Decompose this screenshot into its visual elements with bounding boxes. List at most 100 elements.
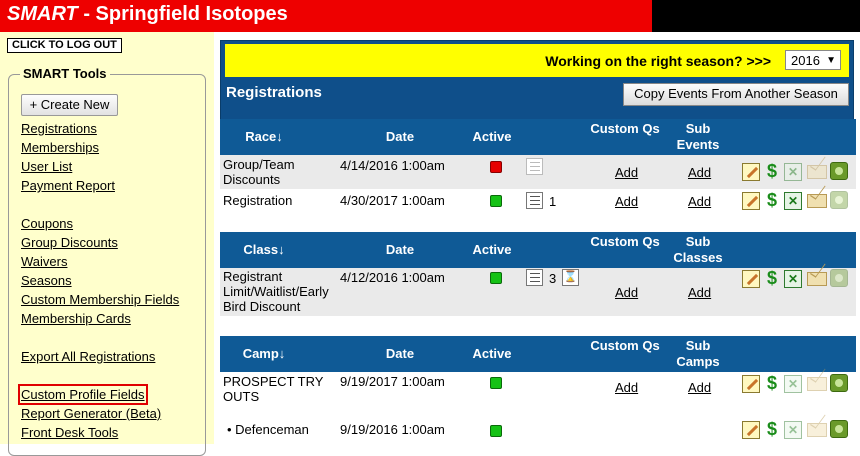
season-value: 2016 [791, 53, 820, 68]
nav-membership-cards[interactable]: Membership Cards [21, 311, 131, 326]
excel-export-icon[interactable]: ✕ [784, 192, 802, 210]
event-date: 4/30/2017 1:00am [340, 193, 445, 208]
sort-class-header[interactable]: Class↓ [220, 242, 308, 258]
add-custom-q-link[interactable]: Add [615, 380, 638, 395]
active-status-icon[interactable] [490, 425, 502, 437]
add-sub-camp-link[interactable]: Add [688, 380, 711, 395]
event-name: PROSPECT TRY OUTS [223, 374, 324, 404]
table-row: Registration 4/30/2017 1:00am 1 Add Add … [220, 189, 856, 219]
email-icon[interactable] [807, 194, 827, 208]
camp-section: Camp↓ Date Active Custom Qs Sub Camps PR… [220, 336, 856, 444]
email-icon[interactable] [807, 377, 827, 391]
excel-export-icon[interactable]: ✕ [784, 270, 802, 288]
top-bar: SMART - Springfield Isotopes [0, 0, 860, 32]
active-status-icon[interactable] [490, 377, 502, 389]
chevron-down-icon: ▼ [826, 55, 836, 66]
email-icon[interactable] [807, 165, 827, 179]
sub-classes-header: Sub Classes [673, 234, 723, 265]
sidebar: CLICK TO LOG OUT SMART Tools + Create Ne… [0, 32, 214, 456]
dollar-icon[interactable]: $ [763, 269, 781, 287]
race-section: Race↓ Date Active Custom Qs Sub Events G… [220, 119, 856, 231]
event-name: Registrant Limit/Waitlist/Early Bird Dis… [223, 269, 329, 314]
edit-icon[interactable] [742, 270, 760, 288]
brand-name: SMART [7, 3, 78, 25]
edit-icon[interactable] [742, 375, 760, 393]
delete-icon[interactable] [830, 162, 848, 180]
report-generator-label: Report Generator [21, 406, 123, 421]
active-header: Active [472, 242, 512, 257]
nav-front-desk-tools[interactable]: Front Desk Tools [21, 425, 118, 440]
delete-icon[interactable] [830, 420, 848, 438]
delete-icon[interactable] [830, 191, 848, 209]
add-sub-class-link[interactable]: Add [688, 285, 711, 300]
nav-custom-membership-fields[interactable]: Custom Membership Fields [21, 292, 179, 307]
dollar-icon[interactable]: $ [763, 374, 781, 392]
date-header: Date [385, 129, 415, 144]
create-new-button[interactable]: + Create New [21, 94, 118, 116]
add-custom-q-link[interactable]: Add [615, 165, 638, 180]
custom-qs-header: Custom Qs [590, 234, 660, 249]
table-row: PROSPECT TRY OUTS 9/19/2017 1:00am Add A… [220, 372, 856, 408]
email-icon[interactable] [807, 423, 827, 437]
beta-label: (Beta) [125, 406, 162, 421]
season-bar: Working on the right season? >>> 2016 ▼ [225, 44, 849, 77]
season-select[interactable]: 2016 ▼ [785, 50, 841, 70]
add-sub-event-link[interactable]: Add [688, 194, 711, 209]
sort-camp-header[interactable]: Camp↓ [220, 346, 308, 362]
dollar-icon[interactable]: $ [763, 162, 781, 180]
nav-export-all-registrations[interactable]: Export All Registrations [21, 349, 155, 364]
add-custom-q-link[interactable]: Add [615, 285, 638, 300]
title-banner: SMART - Springfield Isotopes [0, 0, 652, 32]
add-sub-event-link[interactable]: Add [688, 165, 711, 180]
sort-race-header[interactable]: Race↓ [220, 129, 308, 145]
nav-waivers[interactable]: Waivers [21, 254, 67, 269]
list-icon[interactable] [526, 269, 543, 286]
nav-seasons[interactable]: Seasons [21, 273, 72, 288]
list-count: 1 [549, 194, 557, 209]
tools-heading: SMART Tools [20, 66, 110, 81]
active-status-icon[interactable] [490, 195, 502, 207]
delete-icon[interactable] [830, 269, 848, 287]
excel-export-icon[interactable]: ✕ [784, 421, 802, 439]
race-header: Race↓ Date Active Custom Qs Sub Events [220, 119, 856, 155]
event-name: Group/Team Discounts [223, 157, 295, 187]
delete-icon[interactable] [830, 374, 848, 392]
excel-export-icon[interactable]: ✕ [784, 163, 802, 181]
dollar-icon[interactable]: $ [763, 420, 781, 438]
excel-export-icon[interactable]: ✕ [784, 375, 802, 393]
table-row: • Defenceman 9/19/2016 1:00am $ ✕ [220, 416, 856, 444]
nav-coupons[interactable]: Coupons [21, 216, 73, 231]
dollar-icon[interactable]: $ [763, 191, 781, 209]
nav-group-discounts[interactable]: Group Discounts [21, 235, 118, 250]
nav-report-generator[interactable]: Report Generator (Beta) [21, 406, 161, 421]
table-row: Registrant Limit/Waitlist/Early Bird Dis… [220, 268, 856, 316]
event-date: 4/12/2016 1:00am [340, 270, 445, 285]
logout-button[interactable]: CLICK TO LOG OUT [7, 38, 122, 53]
list-icon[interactable] [526, 158, 543, 175]
date-header: Date [385, 346, 415, 361]
main-content: Working on the right season? >>> 2016 ▼ R… [218, 36, 858, 444]
inactive-status-icon[interactable] [490, 161, 502, 173]
add-custom-q-link[interactable]: Add [615, 194, 638, 209]
sub-events-header: Sub Events [676, 121, 720, 152]
edit-icon[interactable] [742, 192, 760, 210]
nav-user-list[interactable]: User List [21, 159, 72, 174]
nav-memberships[interactable]: Memberships [21, 140, 99, 155]
list-icon[interactable] [526, 192, 543, 209]
camp-header: Camp↓ Date Active Custom Qs Sub Camps [220, 336, 856, 372]
club-name: - Springfield Isotopes [83, 3, 288, 25]
nav-custom-profile-fields[interactable]: Custom Profile Fields [18, 384, 148, 405]
edit-icon[interactable] [742, 163, 760, 181]
class-header: Class↓ Date Active Custom Qs Sub Classes [220, 232, 856, 268]
season-question: Working on the right season? >>> [545, 53, 771, 69]
copy-events-button[interactable]: Copy Events From Another Season [623, 83, 849, 106]
event-date: 9/19/2017 1:00am [340, 374, 445, 389]
event-name: • Defenceman [227, 422, 309, 437]
edit-icon[interactable] [742, 421, 760, 439]
email-icon[interactable] [807, 272, 827, 286]
waitlist-hourglass-icon[interactable]: ⌛ [562, 269, 579, 286]
nav-registrations[interactable]: Registrations [21, 121, 97, 136]
active-header: Active [472, 129, 512, 144]
active-status-icon[interactable] [490, 272, 502, 284]
nav-payment-report[interactable]: Payment Report [21, 178, 115, 193]
